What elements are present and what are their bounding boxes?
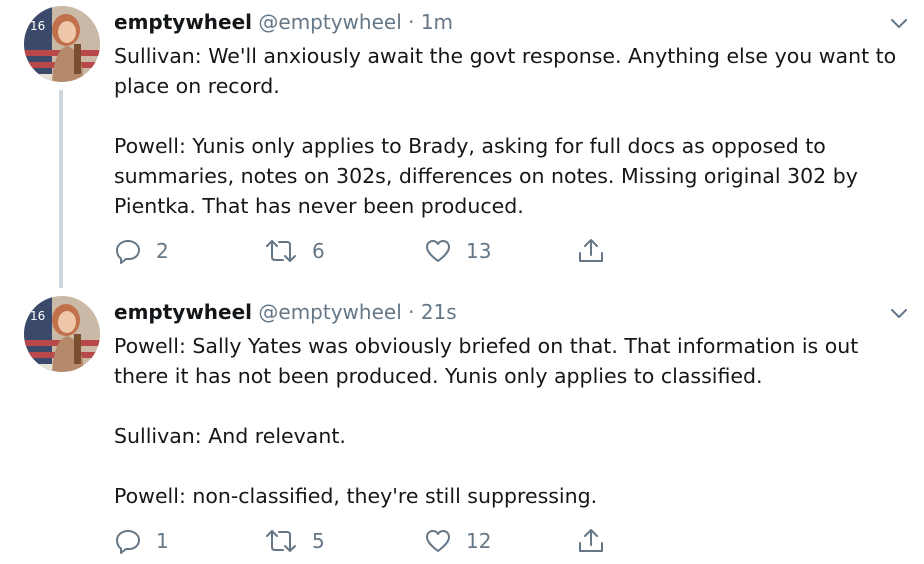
tweet-header: emptywheel @emptywheel · 1m <box>114 8 453 36</box>
tweet-paragraph: Powell: Yunis only applies to Brady, ask… <box>114 134 858 218</box>
share-icon <box>576 526 606 556</box>
retweet-icon <box>264 237 298 265</box>
reply-icon <box>114 237 142 265</box>
tweet-paragraph: Sullivan: We'll anxiously await the govt… <box>114 44 897 98</box>
chevron-down-icon[interactable] <box>888 12 910 34</box>
tweet-header: emptywheel @emptywheel · 21s <box>114 298 457 326</box>
like-button[interactable]: 12 <box>424 524 491 558</box>
timestamp[interactable]: 1m <box>421 10 453 34</box>
retweet-button[interactable]: 5 <box>264 524 325 558</box>
like-button[interactable]: 13 <box>424 234 491 268</box>
retweet-button[interactable]: 6 <box>264 234 325 268</box>
share-button[interactable] <box>576 524 606 558</box>
separator: · <box>408 10 415 34</box>
thread-line <box>59 90 63 288</box>
avatar[interactable]: 16 <box>24 296 100 372</box>
tweet-paragraph: Powell: non-classified, they're still su… <box>114 484 598 508</box>
retweet-count: 6 <box>312 239 325 263</box>
reply-count: 2 <box>156 239 169 263</box>
tweet[interactable]: 16 emptywheel @emptywheel · 21s Powell: … <box>0 290 924 564</box>
reply-count: 1 <box>156 529 169 553</box>
like-icon <box>424 527 452 555</box>
tweet-paragraph: Sullivan: And relevant. <box>114 424 346 448</box>
tweet-paragraph: Powell: Sally Yates was obviously briefe… <box>114 334 859 388</box>
user-handle[interactable]: @emptywheel <box>258 10 401 34</box>
share-button[interactable] <box>576 234 606 268</box>
reply-icon <box>114 527 142 555</box>
like-icon <box>424 237 452 265</box>
timestamp[interactable]: 21s <box>421 300 457 324</box>
tweet[interactable]: 16 emptywheel @emptywheel · 1m Sullivan:… <box>0 0 924 290</box>
user-handle[interactable]: @emptywheel <box>258 300 401 324</box>
like-count: 12 <box>466 529 492 553</box>
tweet-text: Powell: Sally Yates was obviously briefe… <box>114 331 904 511</box>
tweet-actions: 1 5 12 <box>114 524 634 558</box>
reply-button[interactable]: 2 <box>114 234 169 268</box>
retweet-count: 5 <box>312 529 325 553</box>
retweet-icon <box>264 527 298 555</box>
share-icon <box>576 236 606 266</box>
display-name[interactable]: emptywheel <box>114 10 252 34</box>
reply-button[interactable]: 1 <box>114 524 169 558</box>
svg-text:16: 16 <box>30 19 45 33</box>
separator: · <box>408 300 415 324</box>
like-count: 13 <box>466 239 492 263</box>
tweet-text: Sullivan: We'll anxiously await the govt… <box>114 41 904 221</box>
tweet-actions: 2 6 13 <box>114 234 634 268</box>
avatar[interactable]: 16 <box>24 6 100 82</box>
chevron-down-icon[interactable] <box>888 302 910 324</box>
display-name[interactable]: emptywheel <box>114 300 252 324</box>
svg-text:16: 16 <box>30 309 45 323</box>
